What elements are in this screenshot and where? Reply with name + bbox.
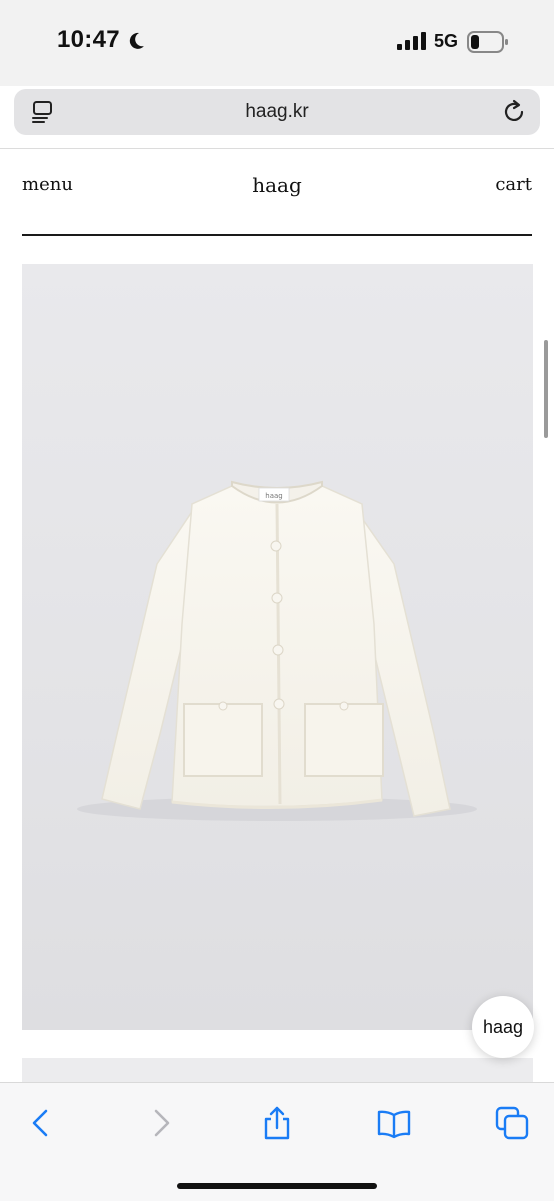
share-icon[interactable] bbox=[259, 1105, 295, 1141]
url-text[interactable]: haag.kr bbox=[14, 101, 540, 123]
bookmarks-icon[interactable] bbox=[376, 1105, 412, 1141]
battery-icon bbox=[467, 31, 508, 53]
site-logo[interactable]: haag bbox=[22, 173, 532, 197]
forward-icon[interactable] bbox=[143, 1105, 179, 1141]
address-bar[interactable]: haag.kr bbox=[14, 89, 540, 135]
browser-toolbar bbox=[0, 1082, 554, 1201]
floating-chat-button[interactable]: haag bbox=[472, 996, 534, 1058]
signal-icon bbox=[397, 32, 426, 50]
cart-link[interactable]: cart bbox=[495, 174, 532, 195]
header-rule bbox=[22, 234, 532, 236]
network-type: 5G bbox=[434, 31, 459, 51]
site-header: menu haag cart bbox=[22, 172, 532, 202]
tabs-icon[interactable] bbox=[494, 1105, 530, 1141]
home-indicator bbox=[177, 1183, 377, 1189]
jacket-illustration: haag bbox=[77, 480, 477, 821]
browser-divider bbox=[0, 148, 554, 149]
scroll-indicator[interactable] bbox=[544, 340, 548, 438]
reload-icon[interactable] bbox=[501, 99, 527, 125]
product-image[interactable]: haag bbox=[22, 264, 533, 1030]
jacket-tag-text: haag bbox=[265, 492, 282, 500]
status-time: 10:47 bbox=[57, 26, 120, 53]
back-icon[interactable] bbox=[23, 1105, 59, 1141]
moon-icon bbox=[129, 32, 144, 49]
status-bar: 10:47 5G bbox=[0, 0, 554, 86]
